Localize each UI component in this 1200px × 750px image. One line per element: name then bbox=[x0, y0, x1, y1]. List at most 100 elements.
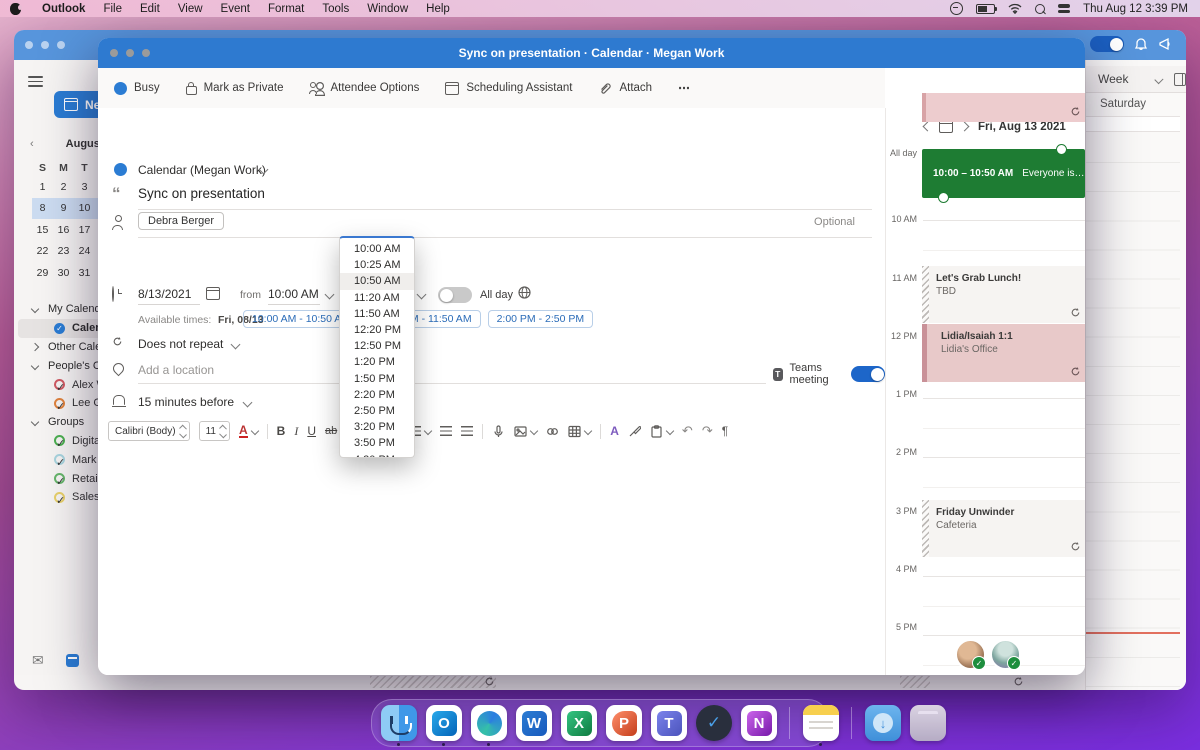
timezone-globe-icon[interactable] bbox=[518, 286, 531, 299]
calendar-color-mark[interactable]: ✓ bbox=[54, 435, 65, 446]
mini-calendar-cell[interactable]: 15 bbox=[32, 219, 53, 240]
mini-calendar-cell[interactable]: 2 bbox=[53, 176, 74, 197]
start-time-field[interactable]: 10:00 AM bbox=[268, 287, 320, 305]
mini-calendar-cell[interactable]: 17 bbox=[74, 219, 95, 240]
dock-teams-icon[interactable]: T bbox=[650, 703, 688, 743]
dock-word-icon[interactable]: W bbox=[515, 703, 553, 743]
menu-item[interactable]: File bbox=[94, 3, 131, 15]
mini-calendar-cell[interactable]: 8 bbox=[32, 198, 53, 219]
date-picker-icon[interactable] bbox=[206, 287, 220, 300]
mail-module-icon[interactable]: ✉ bbox=[32, 652, 44, 669]
outdent-button[interactable] bbox=[440, 426, 452, 436]
time-option[interactable]: 12:50 PM bbox=[340, 338, 414, 354]
dock-outlook-icon[interactable]: O bbox=[425, 703, 463, 743]
calendar-color-mark[interactable]: ✓ bbox=[54, 398, 65, 409]
hamburger-menu-icon[interactable] bbox=[28, 76, 43, 87]
dock-finder-icon[interactable] bbox=[380, 703, 418, 743]
menu-item[interactable]: Help bbox=[417, 3, 459, 15]
close-button[interactable] bbox=[25, 41, 33, 49]
menu-item[interactable]: Edit bbox=[131, 3, 169, 15]
dock-onenote-icon[interactable]: N bbox=[740, 703, 778, 743]
mini-calendar-cell[interactable]: 3 bbox=[74, 176, 95, 197]
menu-item[interactable]: View bbox=[169, 3, 212, 15]
font-color-button[interactable]: A bbox=[239, 424, 258, 438]
collapse-panel-icon[interactable] bbox=[1174, 73, 1186, 86]
day-grid[interactable] bbox=[923, 161, 1085, 675]
event-sync-on-presentation[interactable]: 10:00 – 10:50 AM Everyone is availa… bbox=[922, 149, 1085, 198]
mini-calendar-cell[interactable]: 29 bbox=[32, 262, 53, 283]
teams-meeting-toggle[interactable] bbox=[851, 366, 885, 382]
scheduling-assistant-button[interactable]: Scheduling Assistant bbox=[445, 82, 572, 95]
view-switcher-label[interactable]: Week bbox=[1098, 72, 1128, 86]
dock-trash-icon[interactable] bbox=[909, 703, 947, 743]
dock-separator[interactable] bbox=[785, 703, 795, 743]
time-option[interactable]: 4:20 PM bbox=[340, 451, 414, 458]
mini-calendar-prev-button[interactable]: ‹ bbox=[30, 138, 34, 150]
mini-calendar-cell[interactable]: 31 bbox=[74, 262, 95, 283]
time-slot-pill[interactable]: 2:00 PM - 2:50 PM bbox=[488, 310, 594, 328]
chevron-down-icon[interactable] bbox=[325, 290, 335, 300]
font-family-select[interactable]: Calibri (Body) bbox=[108, 421, 190, 441]
dock-notes-icon[interactable] bbox=[802, 703, 840, 743]
day-preview-date[interactable]: Fri, Aug 13 2021 bbox=[978, 121, 1066, 133]
more-options-button[interactable]: ⋯ bbox=[678, 81, 691, 95]
time-option[interactable]: 12:20 PM bbox=[340, 322, 414, 338]
time-option[interactable]: 1:50 PM bbox=[340, 371, 414, 387]
time-option[interactable]: 10:00 AM bbox=[340, 241, 414, 257]
resize-handle-bottom[interactable] bbox=[938, 192, 949, 203]
battery-icon[interactable] bbox=[976, 4, 995, 14]
dock-edge-icon[interactable] bbox=[470, 703, 508, 743]
optional-label[interactable]: Optional bbox=[814, 216, 855, 228]
dock-separator[interactable] bbox=[847, 703, 857, 743]
dock-excel-icon[interactable]: X bbox=[560, 703, 598, 743]
zoom-button[interactable] bbox=[57, 41, 65, 49]
size-stepper[interactable] bbox=[220, 426, 226, 437]
minimize-button[interactable] bbox=[41, 41, 49, 49]
mini-calendar-cell[interactable]: 24 bbox=[74, 241, 95, 262]
calendar-color-mark[interactable]: ✓ bbox=[54, 323, 65, 334]
mini-calendar-cell[interactable]: 9 bbox=[53, 198, 74, 219]
time-option[interactable]: 2:20 PM bbox=[340, 387, 414, 403]
menu-item[interactable]: Outlook bbox=[33, 3, 94, 15]
menu-item[interactable]: Format bbox=[259, 3, 313, 15]
time-option[interactable]: 3:50 PM bbox=[340, 435, 414, 451]
undo-button[interactable]: ↶ bbox=[682, 423, 693, 439]
time-option[interactable]: 3:20 PM bbox=[340, 419, 414, 435]
time-option[interactable]: 10:50 AM bbox=[340, 273, 414, 289]
paragraph-marks-button[interactable]: ¶ bbox=[722, 424, 728, 438]
calendar-color-mark[interactable]: ✓ bbox=[54, 492, 65, 503]
time-option[interactable]: 11:50 AM bbox=[340, 306, 414, 322]
insert-image-button[interactable] bbox=[514, 425, 537, 438]
dock-downloads-icon[interactable]: ↓ bbox=[864, 703, 902, 743]
day-column-grid[interactable] bbox=[1086, 134, 1180, 690]
menu-item[interactable]: Window bbox=[358, 3, 417, 15]
event-lets-grab-lunch[interactable]: Let's Grab Lunch! TBD bbox=[922, 266, 1085, 323]
indent-button[interactable] bbox=[461, 426, 473, 436]
new-outlook-toggle[interactable] bbox=[1090, 36, 1124, 52]
mini-calendar-cell[interactable]: 30 bbox=[53, 262, 74, 283]
resize-handle-top[interactable] bbox=[1056, 144, 1067, 155]
mini-calendar-cell[interactable]: 22 bbox=[32, 241, 53, 262]
font-size-select[interactable]: 11 bbox=[199, 421, 230, 441]
attendee-chip[interactable]: Debra Berger bbox=[138, 212, 224, 230]
time-option[interactable]: 1:20 PM bbox=[340, 354, 414, 370]
spotlight-search-icon[interactable] bbox=[1035, 4, 1045, 14]
all-day-row[interactable] bbox=[1086, 116, 1180, 132]
strikethrough-button[interactable]: ab bbox=[325, 426, 337, 437]
paste-button[interactable] bbox=[650, 425, 673, 438]
dock-powerpoint-icon[interactable]: P bbox=[605, 703, 643, 743]
apple-menu-icon[interactable] bbox=[10, 3, 21, 15]
font-stepper[interactable] bbox=[180, 426, 186, 437]
calendar-color-mark[interactable]: ✓ bbox=[54, 473, 65, 484]
traffic-lights[interactable] bbox=[110, 49, 150, 57]
italic-button[interactable]: I bbox=[294, 425, 298, 437]
chevron-down-icon[interactable] bbox=[1155, 75, 1164, 84]
event-lidia-isaiah-11[interactable]: Lidia/Isaiah 1:1 Lidia's Office bbox=[922, 324, 1085, 382]
attendee-options-button[interactable]: Attendee Options bbox=[309, 82, 419, 94]
next-day-button[interactable] bbox=[960, 122, 970, 132]
notification-bell-icon[interactable] bbox=[1134, 37, 1148, 51]
repeat-field[interactable]: Does not repeat bbox=[138, 337, 223, 351]
zoom-button[interactable] bbox=[142, 49, 150, 57]
calendar-color-mark[interactable]: ✓ bbox=[54, 379, 65, 390]
attach-button[interactable]: Attach bbox=[598, 81, 652, 95]
